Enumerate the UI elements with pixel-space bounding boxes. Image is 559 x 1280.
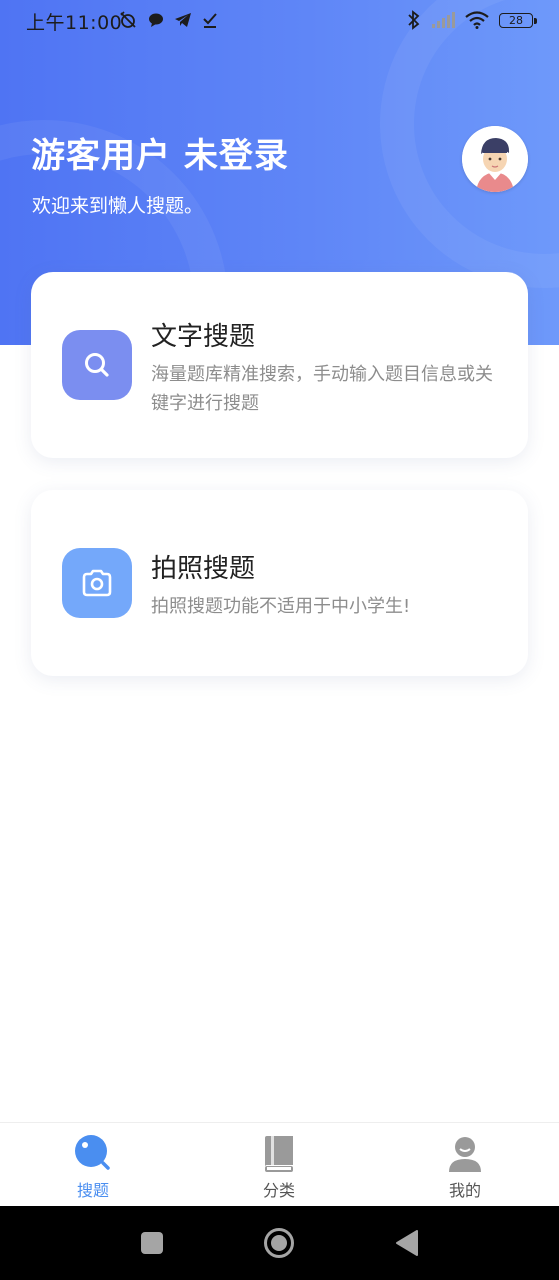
tab-mine[interactable]: 我的: [405, 1123, 525, 1207]
status-time: 上午11:00: [26, 12, 123, 34]
camera-icon: [82, 569, 112, 597]
avatar[interactable]: [462, 126, 528, 192]
tab-mine-label: 我的: [448, 1181, 481, 1200]
signal-icon: [432, 12, 455, 28]
tab-category-label: 分类: [262, 1181, 295, 1200]
wifi-icon: [465, 11, 489, 29]
bluetooth-icon: [408, 10, 420, 30]
system-nav-bar: [0, 1206, 559, 1280]
battery-icon: 28: [499, 12, 537, 28]
chat-bubble-icon: [149, 13, 163, 27]
home-button[interactable]: [263, 1227, 295, 1259]
tab-category[interactable]: 分类: [219, 1123, 339, 1207]
user-icon: [449, 1137, 481, 1172]
alarm-off-icon: [120, 11, 136, 28]
status-bar: 上午11:00 28: [0, 0, 559, 42]
user-title: 游客用户 未登录: [31, 136, 289, 176]
photo-search-title: 拍照搜题: [151, 554, 256, 584]
tab-search[interactable]: 搜题: [33, 1123, 153, 1207]
search-icon: [85, 353, 109, 377]
welcome-text: 欢迎来到懒人搜题。: [32, 195, 204, 217]
photo-search-desc: 拍照搜题功能不适用于中小学生!: [151, 596, 411, 617]
bottom-tab-bar: 搜题 分类 我的: [0, 1122, 559, 1207]
avatar-icon: [462, 126, 528, 192]
recents-button[interactable]: [140, 1231, 164, 1255]
text-search-title: 文字搜题: [151, 322, 256, 352]
telegram-icon: [175, 13, 191, 27]
photo-search-card[interactable]: 拍照搜题 拍照搜题功能不适用于中小学生!: [31, 490, 528, 676]
text-search-desc: 海量题库精准搜索，手动输入题目信息或关键字进行搜题: [151, 364, 493, 414]
text-search-card[interactable]: 文字搜题 海量题库精准搜索，手动输入题目信息或关键字进行搜题: [31, 272, 528, 458]
text-search-icon-box: [62, 330, 132, 400]
book-icon: [265, 1136, 293, 1172]
battery-level: 28: [509, 13, 523, 27]
download-done-icon: [203, 13, 217, 28]
back-button[interactable]: [395, 1229, 419, 1257]
search-tab-icon: [75, 1135, 110, 1170]
photo-search-icon-box: [62, 548, 132, 618]
tab-search-label: 搜题: [76, 1181, 109, 1200]
